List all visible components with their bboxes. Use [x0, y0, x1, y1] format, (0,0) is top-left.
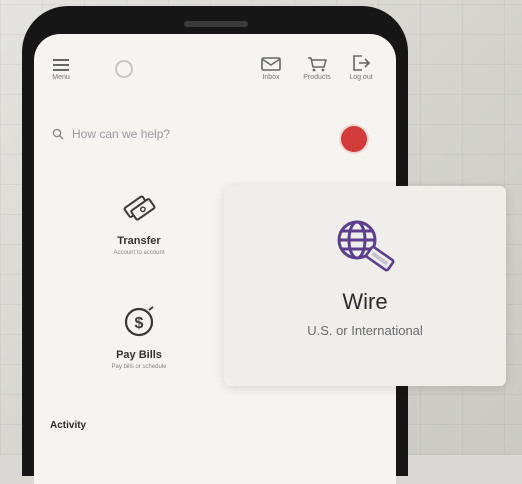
search-input[interactable]: How can we help?: [72, 127, 170, 141]
inbox-button[interactable]: Inbox: [256, 56, 286, 81]
transfer-title: Transfer: [117, 235, 161, 247]
pay-bills-title: Pay Bills: [116, 349, 162, 361]
bank-logo-icon: [115, 60, 133, 78]
wire-subtitle: U.S. or International: [307, 323, 423, 338]
wire-title: Wire: [342, 289, 388, 314]
inbox-icon: [261, 57, 281, 71]
pay-bills-subtitle: Pay bills or schedule: [111, 364, 167, 370]
menu-button[interactable]: Menu: [48, 58, 74, 81]
phone-speaker: [184, 21, 248, 27]
transfer-subtitle: Account to account: [113, 250, 165, 256]
transfer-icon: [123, 195, 156, 221]
logo: [114, 60, 134, 78]
chat-button[interactable]: [341, 126, 367, 152]
logout-button[interactable]: Log out: [344, 54, 378, 81]
menu-label: Menu: [52, 74, 70, 81]
logout-label: Log out: [349, 74, 373, 81]
svg-text:$: $: [135, 315, 144, 332]
pay-bills-icon: $: [124, 306, 154, 337]
cart-icon: [308, 57, 327, 72]
logout-icon: [353, 55, 371, 71]
search-icon: [52, 128, 64, 140]
products-label: Products: [303, 74, 331, 81]
search-bar[interactable]: How can we help?: [52, 122, 332, 146]
products-button[interactable]: Products: [300, 56, 334, 81]
transfer-action[interactable]: Transfer Account to account: [54, 192, 224, 256]
hamburger-icon: [53, 59, 69, 71]
wire-action-card[interactable]: Wire U.S. or International: [224, 186, 506, 386]
globe-wire-icon: [337, 220, 395, 272]
pay-bills-action[interactable]: $ Pay Bills Pay bills or schedule: [54, 304, 224, 370]
activity-heading: Activity: [50, 420, 87, 431]
inbox-label: Inbox: [262, 74, 280, 81]
